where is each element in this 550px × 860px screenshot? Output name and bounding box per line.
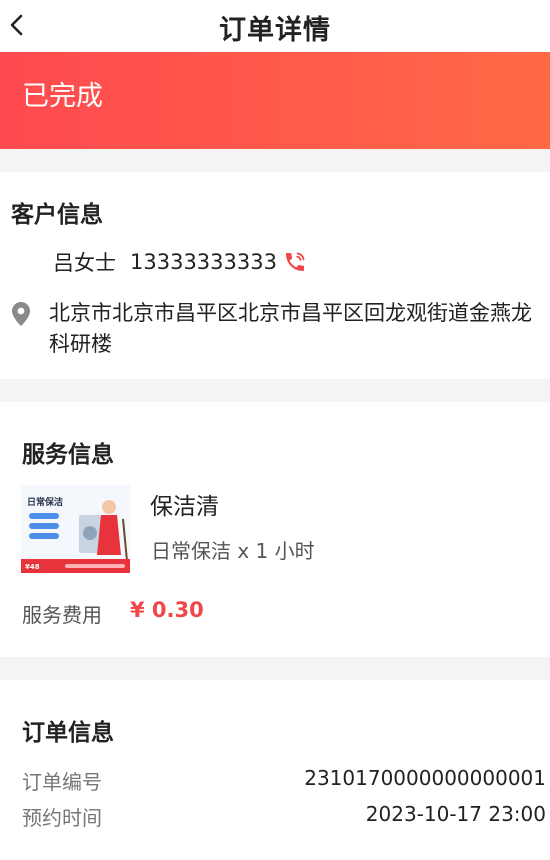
appointment-time-value: 2023-10-17 23:00 — [365, 802, 546, 826]
order-number-value: 2310170000000000001 — [304, 766, 546, 790]
order-status-banner: 已完成 — [0, 52, 550, 149]
appointment-time-label: 预约时间 — [22, 806, 102, 830]
thumbnail-price: ¥48 — [25, 563, 40, 571]
customer-name: 吕女士 — [53, 251, 116, 275]
customer-phone[interactable]: 13333333333 — [130, 250, 277, 274]
service-fee-label: 服务费用 — [22, 603, 102, 627]
page-title: 订单详情 — [219, 15, 331, 46]
thumbnail-title: 日常保洁 — [27, 496, 63, 508]
order-info-card: 订单信息 订单编号 2310170000000000001 预约时间 2023-… — [0, 680, 550, 860]
order-number-row: 订单编号 2310170000000000001 — [22, 766, 546, 795]
service-thumbnail: 日常保洁 ¥48 — [21, 485, 130, 573]
phone-call-icon[interactable] — [283, 250, 307, 274]
order-section-title: 订单信息 — [22, 720, 114, 746]
customer-address: 北京市北京市昌平区北京市昌平区回龙观街道金燕龙科研楼 — [49, 301, 532, 356]
customer-info-card: 客户信息 吕女士 13333333333 北京市北京市昌平区北京市昌平区回龙观街… — [0, 172, 550, 379]
location-pin-icon — [12, 302, 30, 326]
service-name: 保洁清 — [150, 494, 219, 520]
customer-section-title: 客户信息 — [11, 202, 103, 228]
contact-row: 吕女士 13333333333 — [53, 247, 307, 277]
service-spec: 日常保洁 x 1 小时 — [151, 539, 315, 563]
order-status-text: 已完成 — [22, 81, 103, 112]
order-number-label: 订单编号 — [22, 770, 102, 794]
service-section-title: 服务信息 — [22, 442, 114, 468]
top-nav-bar: 订单详情 — [0, 0, 550, 52]
service-fee-value: ¥ 0.30 — [130, 598, 204, 622]
appointment-time-row: 预约时间 2023-10-17 23:00 — [22, 802, 546, 831]
service-info-card: 服务信息 日常保洁 ¥48 保洁清 日常保洁 x 1 小时 服务费用 ¥ 0.3… — [0, 402, 550, 657]
